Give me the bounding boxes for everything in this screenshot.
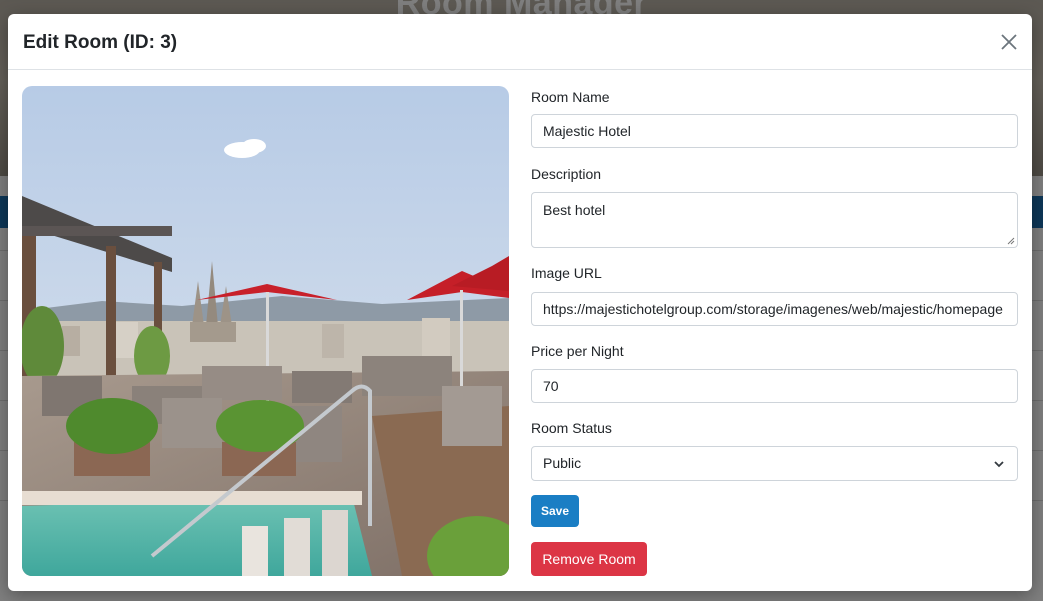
room-name-label: Room Name [531,89,610,105]
price-label: Price per Night [531,343,624,359]
room-photo [22,86,509,576]
chevron-down-icon [994,461,1004,468]
image-url-label: Image URL [531,265,602,281]
modal-header: Edit Room (ID: 3) [8,14,1032,70]
price-input[interactable]: 70 [531,369,1018,403]
close-button[interactable] [998,31,1020,53]
room-status-value: Public [543,455,582,471]
resize-grip-icon[interactable] [1007,237,1015,245]
image-url-input[interactable]: https://majestichotelgroup.com/storage/i… [531,292,1018,326]
save-button[interactable]: Save [531,495,579,527]
edit-room-modal: Edit Room (ID: 3) Room Name Majestic Hot… [8,14,1032,591]
close-icon [1001,34,1017,50]
remove-room-button[interactable]: Remove Room [531,542,647,576]
description-value: Best hotel [543,202,606,218]
description-textarea[interactable]: Best hotel [531,192,1018,248]
room-name-input[interactable]: Majestic Hotel [531,114,1018,148]
room-status-label: Room Status [531,420,612,436]
modal-title: Edit Room (ID: 3) [23,32,178,53]
room-status-select[interactable]: Public [531,446,1018,481]
description-label: Description [531,166,602,182]
